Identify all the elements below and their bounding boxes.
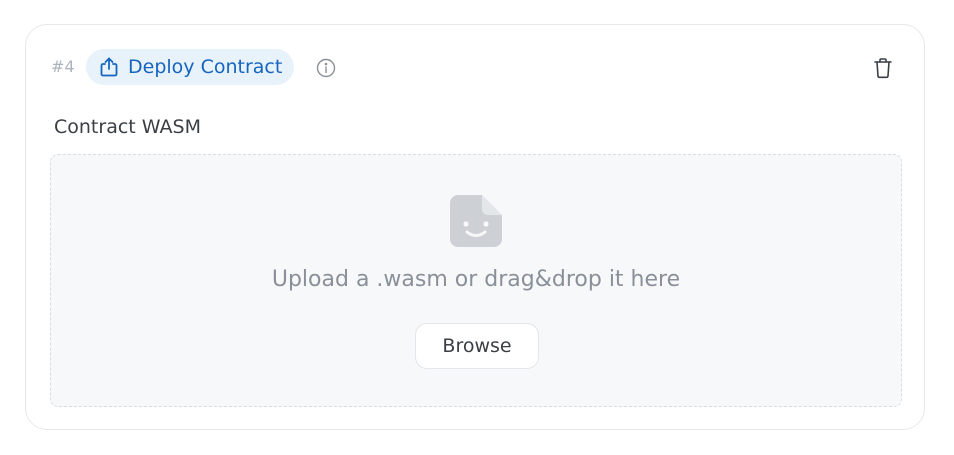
delete-operation-button[interactable] (870, 55, 896, 81)
wasm-dropzone[interactable]: Upload a .wasm or drag&drop it here Brow… (50, 154, 902, 407)
browse-button[interactable]: Browse (415, 323, 539, 369)
operation-type-badge[interactable]: Deploy Contract (86, 49, 295, 85)
trash-icon (874, 58, 892, 79)
contract-wasm-label: Contract WASM (54, 116, 201, 138)
info-circle-icon[interactable] (315, 57, 337, 79)
file-smile-icon (450, 195, 502, 247)
step-number: #4 (51, 57, 75, 76)
operation-card: #4 Deploy Contract Contract WASM Upload … (25, 24, 925, 430)
dropzone-instructions: Upload a .wasm or drag&drop it here (271, 267, 681, 292)
operation-type-label: Deploy Contract (128, 56, 283, 78)
upload-share-icon (98, 56, 120, 78)
